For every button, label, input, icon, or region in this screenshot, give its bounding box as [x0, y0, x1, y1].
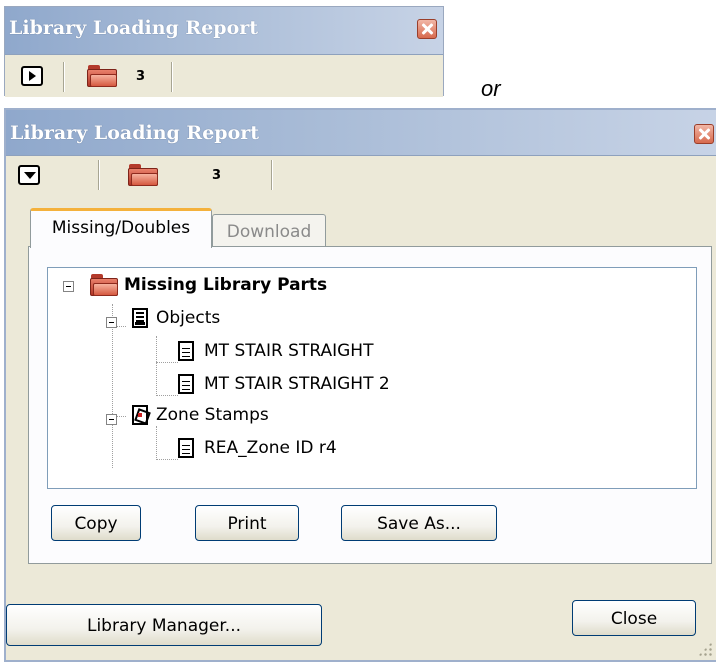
tree-node-label: Objects — [156, 308, 221, 328]
copy-button[interactable]: Copy — [51, 505, 141, 541]
missing-count: 3 — [212, 168, 222, 183]
print-button[interactable]: Print — [195, 505, 299, 541]
tree-leaf[interactable]: MT STAIR STRAIGHT 2 — [48, 371, 648, 397]
tree-leaf-label: REA_Zone ID r4 — [204, 438, 337, 458]
tree-node-zone-stamps[interactable]: Zone Stamps — [48, 402, 648, 428]
close-icon[interactable] — [417, 19, 437, 39]
tree-leaf-label: MT STAIR STRAIGHT 2 — [204, 374, 390, 394]
missing-parts-tree[interactable]: Missing Library Parts Objects MT STAIR S… — [47, 267, 697, 489]
close-button[interactable]: Close — [572, 600, 696, 636]
close-icon[interactable] — [694, 124, 714, 144]
window-title: Library Loading Report — [9, 17, 259, 39]
tree-leaf[interactable]: MT STAIR STRAIGHT — [48, 338, 648, 364]
tree-node-label: Missing Library Parts — [124, 275, 328, 295]
title-bar[interactable]: Library Loading Report — [6, 110, 716, 156]
toolbar-separator — [171, 62, 173, 92]
tree-leaf[interactable]: REA_Zone ID r4 — [48, 435, 648, 461]
expanded-report-palette: Library Loading Report 3 Missing/Doubles… — [4, 108, 716, 662]
collapse-node-icon[interactable] — [106, 414, 117, 425]
window-title: Library Loading Report — [10, 122, 260, 144]
missing-library-folder-icon — [87, 65, 117, 87]
toolbar: 3 — [5, 56, 443, 97]
library-manager-button[interactable]: Library Manager... — [6, 604, 322, 646]
save-as-button[interactable]: Save As... — [341, 505, 497, 541]
tree-node-root[interactable]: Missing Library Parts — [48, 272, 648, 298]
resize-grip[interactable] — [698, 642, 712, 656]
toolbar-separator — [63, 62, 65, 92]
collapse-node-icon[interactable] — [106, 317, 117, 328]
collapsed-report-palette: Library Loading Report 3 — [4, 6, 444, 97]
collapse-node-icon[interactable] — [63, 281, 74, 292]
missing-count: 3 — [136, 69, 146, 84]
toolbar-separator — [98, 160, 100, 190]
tree-node-objects[interactable]: Objects — [48, 305, 648, 331]
tree-leaf-label: MT STAIR STRAIGHT — [204, 341, 374, 361]
document-icon — [178, 438, 194, 458]
tab-panel: Missing Library Parts Objects MT STAIR S… — [28, 246, 712, 564]
expand-toggle-button[interactable] — [21, 66, 43, 86]
missing-library-folder-icon — [128, 164, 158, 186]
tab-missing-doubles[interactable]: Missing/Doubles — [30, 208, 212, 248]
toolbar-separator — [271, 160, 273, 190]
triangle-right-icon — [29, 71, 36, 81]
collapse-toggle-button[interactable] — [18, 165, 40, 185]
document-icon — [178, 341, 194, 361]
missing-library-folder-icon — [90, 274, 118, 296]
document-icon — [178, 374, 194, 394]
or-separator-text: or — [481, 76, 501, 101]
title-bar[interactable]: Library Loading Report — [5, 7, 443, 55]
triangle-down-icon — [24, 172, 36, 179]
object-icon — [132, 308, 148, 328]
zone-stamp-icon — [132, 405, 148, 425]
tree-node-label: Zone Stamps — [156, 405, 269, 425]
